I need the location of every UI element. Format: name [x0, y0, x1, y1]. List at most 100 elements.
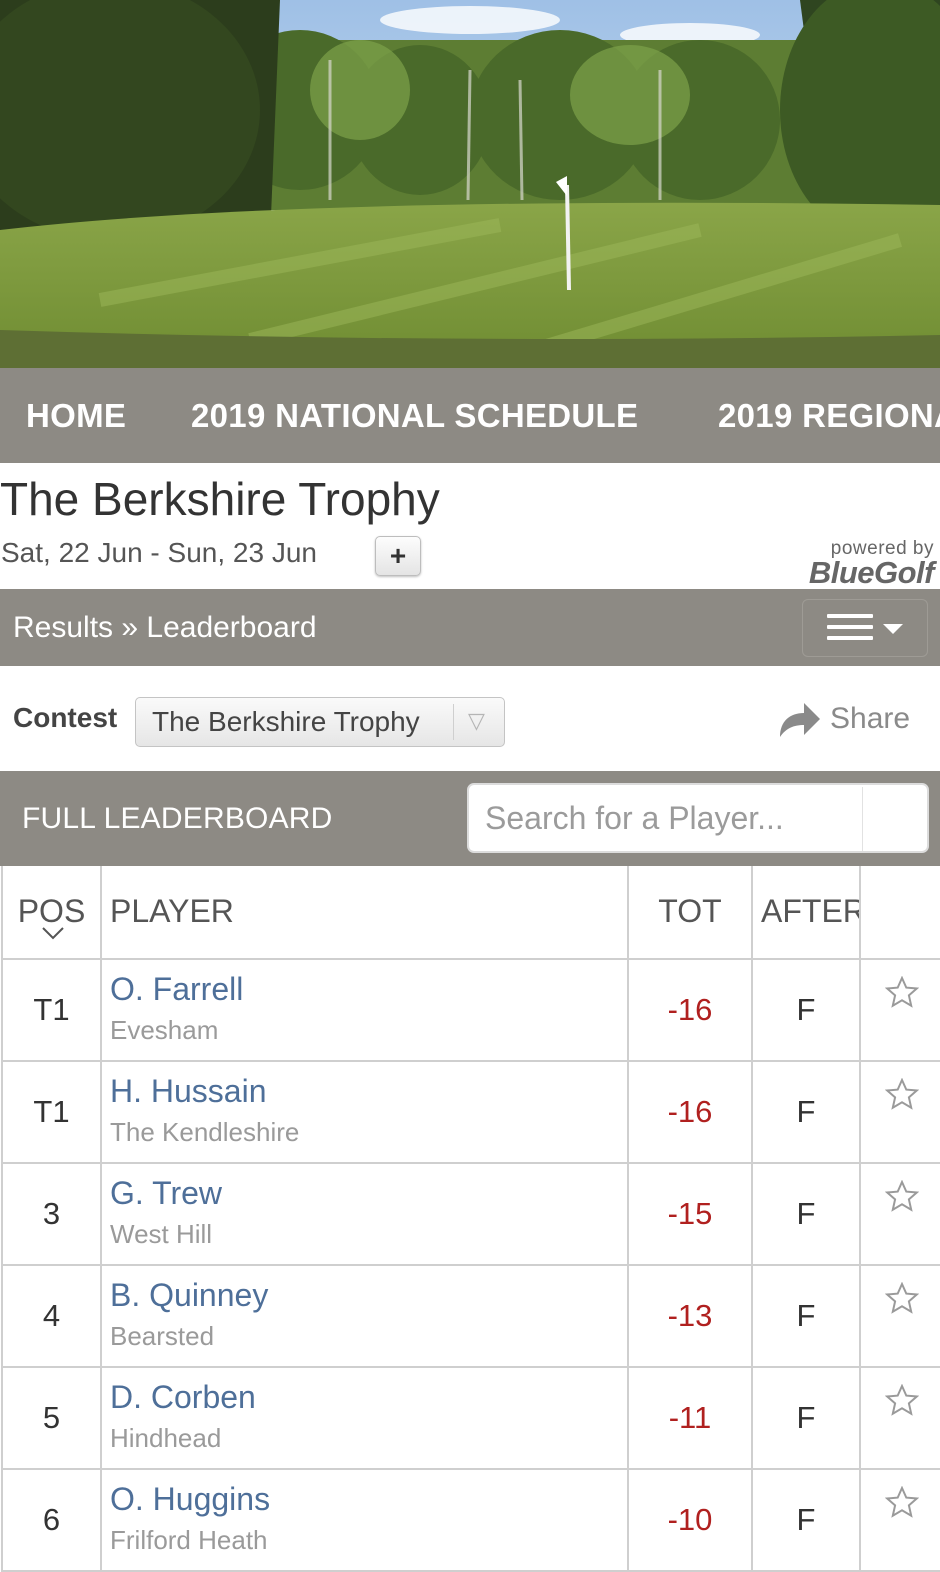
player-club: The Kendleshire: [110, 1117, 300, 1147]
star-icon[interactable]: [885, 1384, 919, 1416]
breadcrumb[interactable]: Results » Leaderboard: [13, 589, 317, 666]
favorite-cell: [859, 1266, 940, 1366]
table-row[interactable]: 5 D. Corben Hindhead -11 F: [1, 1368, 940, 1470]
holes-after: F: [796, 992, 816, 1027]
hamburger-menu-icon: [827, 614, 873, 644]
player-name-link[interactable]: D. Corben: [110, 1379, 256, 1416]
bluegolf-brand: BlueGolf: [808, 555, 935, 590]
position: 5: [42, 1400, 61, 1435]
tot-cell: -15: [627, 1164, 751, 1264]
column-header-tot[interactable]: TOT: [627, 866, 751, 958]
total-score: -16: [667, 1094, 713, 1129]
player-cell: O. Huggins Frilford Heath: [100, 1470, 627, 1570]
pos-cell: 4: [1, 1266, 100, 1366]
column-header-player[interactable]: PLAYER: [100, 866, 627, 958]
breadcrumb-bar: Results » Leaderboard: [0, 589, 940, 666]
powered-by-logo[interactable]: powered by BlueGolf: [808, 538, 935, 590]
contest-label: Contest: [13, 702, 118, 733]
star-icon[interactable]: [885, 976, 919, 1008]
nav-home[interactable]: HOME: [26, 368, 126, 463]
table-row[interactable]: T1 O. Farrell Evesham -16 F: [1, 960, 940, 1062]
total-score: -11: [668, 1400, 712, 1435]
leaderboard-table: POS PLAYER TOT AFTER T1 O. Farrell Evesh…: [1, 866, 940, 1572]
player-name-link[interactable]: O. Farrell: [110, 971, 243, 1008]
hero-image: [0, 0, 940, 368]
table-header-row: POS PLAYER TOT AFTER: [1, 866, 940, 960]
pos-cell: 5: [1, 1368, 100, 1468]
pos-cell: T1: [1, 1062, 100, 1162]
pos-cell: T1: [1, 960, 100, 1060]
after-cell: F: [751, 1368, 859, 1468]
nav-national-schedule[interactable]: 2019 NATIONAL SCHEDULE: [191, 368, 638, 463]
position: 6: [42, 1502, 61, 1537]
player-search-input[interactable]: [467, 783, 929, 853]
holes-after: F: [796, 1094, 816, 1129]
pos-cell: 3: [1, 1164, 100, 1264]
favorite-cell: [859, 960, 940, 1060]
total-score: -16: [667, 992, 713, 1027]
event-title: The Berkshire Trophy: [0, 473, 440, 525]
share-arrow-icon: [780, 703, 820, 737]
table-row[interactable]: T1 H. Hussain The Kendleshire -16 F: [1, 1062, 940, 1164]
contest-select[interactable]: The Berkshire Trophy ▽: [135, 697, 505, 747]
after-cell: F: [751, 1470, 859, 1570]
expand-dates-button[interactable]: +: [375, 536, 421, 576]
after-cell: F: [751, 1266, 859, 1366]
total-score: -10: [667, 1502, 713, 1537]
pos-cell: 6: [1, 1470, 100, 1570]
column-header-after[interactable]: AFTER: [751, 866, 859, 958]
menu-button[interactable]: [802, 599, 928, 657]
event-dates: Sat, 22 Jun - Sun, 23 Jun: [1, 537, 317, 568]
player-name-link[interactable]: O. Huggins: [110, 1481, 270, 1518]
player-club: Bearsted: [110, 1321, 215, 1351]
player-club: West Hill: [110, 1219, 213, 1249]
player-cell: H. Hussain The Kendleshire: [100, 1062, 627, 1162]
favorite-cell: [859, 1062, 940, 1162]
after-cell: F: [751, 960, 859, 1060]
main-nav: HOME 2019 NATIONAL SCHEDULE 2019 REGIONA…: [0, 368, 940, 463]
pos-header-label: POS: [17, 893, 86, 929]
table-row[interactable]: 3 G. Trew West Hill -15 F: [1, 1164, 940, 1266]
holes-after: F: [796, 1298, 816, 1333]
chevron-down-icon: [42, 927, 64, 940]
nav-regional-schedule[interactable]: 2019 REGIONAL SCHEDULE: [718, 368, 940, 463]
table-row[interactable]: 4 B. Quinney Bearsted -13 F: [1, 1266, 940, 1368]
total-score: -13: [667, 1298, 713, 1333]
player-cell: G. Trew West Hill: [100, 1164, 627, 1264]
share-label: Share: [830, 702, 911, 735]
player-name-link[interactable]: H. Hussain: [110, 1073, 267, 1110]
holes-after: F: [796, 1502, 816, 1537]
total-score: -15: [667, 1196, 713, 1231]
leaderboard-title: FULL LEADERBOARD: [22, 802, 333, 835]
player-cell: B. Quinney Bearsted: [100, 1266, 627, 1366]
tot-cell: -16: [627, 960, 751, 1060]
tot-cell: -11: [627, 1368, 751, 1468]
favorite-cell: [859, 1368, 940, 1468]
after-header-label: AFTER: [761, 893, 859, 929]
position: T1: [33, 992, 70, 1027]
holes-after: F: [796, 1400, 816, 1435]
star-icon[interactable]: [885, 1282, 919, 1314]
after-cell: F: [751, 1164, 859, 1264]
player-cell: D. Corben Hindhead: [100, 1368, 627, 1468]
position: 3: [42, 1196, 61, 1231]
tot-cell: -16: [627, 1062, 751, 1162]
star-icon[interactable]: [885, 1180, 919, 1212]
star-icon[interactable]: [885, 1078, 919, 1110]
tot-header-label: TOT: [658, 893, 722, 929]
player-name-link[interactable]: B. Quinney: [110, 1277, 268, 1314]
table-row[interactable]: 6 O. Huggins Frilford Heath -10 F: [1, 1470, 940, 1572]
favorite-cell: [859, 1164, 940, 1264]
holes-after: F: [796, 1196, 816, 1231]
caret-down-icon: [883, 624, 903, 634]
player-club: Evesham: [110, 1015, 219, 1045]
star-icon[interactable]: [885, 1486, 919, 1518]
dropdown-arrow-icon: ▽: [468, 708, 485, 733]
player-header-label: PLAYER: [110, 893, 234, 929]
player-name-link[interactable]: G. Trew: [110, 1175, 222, 1212]
search-divider: [862, 787, 863, 851]
column-header-pos[interactable]: POS: [1, 866, 100, 958]
position: T1: [33, 1094, 70, 1129]
favorite-cell: [859, 1470, 940, 1570]
select-divider: [453, 704, 454, 740]
